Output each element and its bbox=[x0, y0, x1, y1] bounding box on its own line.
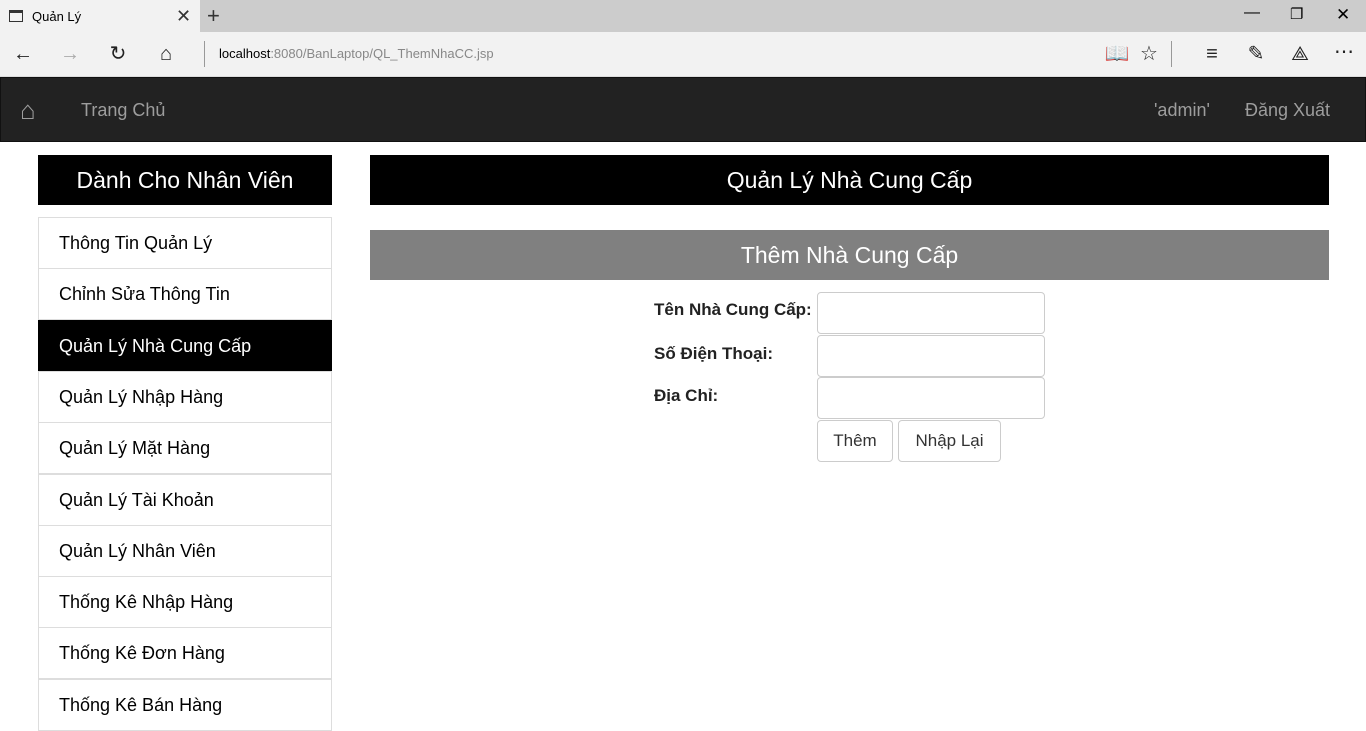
reading-view-icon[interactable]: 📖 bbox=[1102, 39, 1132, 69]
reset-button[interactable]: Nhập Lại bbox=[898, 420, 1001, 462]
minimize-icon[interactable]: — bbox=[1244, 4, 1260, 22]
tab-title: Quản Lý bbox=[32, 8, 82, 24]
nav-user-link[interactable]: 'admin' bbox=[1154, 100, 1210, 121]
nav-logout-link[interactable]: Đăng Xuất bbox=[1245, 100, 1330, 121]
divider bbox=[1171, 41, 1172, 67]
supplier-name-label: Tên Nhà Cung Cấp: bbox=[654, 300, 812, 319]
add-button[interactable]: Thêm bbox=[817, 420, 893, 462]
url-host: localhost bbox=[219, 46, 271, 61]
more-icon[interactable]: ⋯ bbox=[1329, 37, 1359, 67]
address-input[interactable] bbox=[817, 377, 1045, 419]
browser-tab-strip: Quản Lý ✕ + — ❐ ✕ bbox=[0, 0, 1366, 32]
form-title: Thêm Nhà Cung Cấp bbox=[370, 230, 1329, 280]
sidebar-item[interactable]: Quản Lý Nhà Cung Cấp bbox=[38, 319, 332, 372]
url-path: :8080/BanLaptop/QL_ThemNhaCC.jsp bbox=[270, 46, 494, 61]
refresh-icon[interactable]: ↻ bbox=[103, 39, 133, 69]
home-icon[interactable]: ⌂ bbox=[151, 39, 181, 69]
forward-icon[interactable]: → bbox=[55, 39, 85, 69]
divider bbox=[204, 41, 205, 67]
home-icon[interactable]: ⌂ bbox=[20, 95, 36, 126]
phone-input[interactable] bbox=[817, 335, 1045, 377]
address-bar-row: ← → ↻ ⌂ localhost:8080/BanLaptop/QL_Them… bbox=[0, 32, 1366, 77]
sidebar-item[interactable]: Thống Kê Nhập Hàng bbox=[38, 576, 332, 629]
close-tab-icon[interactable]: ✕ bbox=[176, 6, 191, 27]
site-navbar: ⌂ Trang Chủ 'admin' Đăng Xuất bbox=[0, 77, 1366, 142]
phone-label: Số Điện Thoại: bbox=[654, 344, 773, 363]
page-icon bbox=[9, 10, 23, 22]
page-title: Quản Lý Nhà Cung Cấp bbox=[370, 155, 1329, 205]
new-tab-icon[interactable]: + bbox=[207, 3, 220, 29]
url-field[interactable]: localhost:8080/BanLaptop/QL_ThemNhaCC.js… bbox=[219, 46, 494, 61]
share-icon[interactable]: ⟁ bbox=[1285, 39, 1315, 69]
close-window-icon[interactable]: ✕ bbox=[1336, 5, 1350, 25]
favorite-star-icon[interactable]: ☆ bbox=[1134, 39, 1164, 69]
sidebar-item[interactable]: Thống Kê Đơn Hàng bbox=[38, 627, 332, 680]
sidebar-item[interactable]: Quản Lý Tài Khoản bbox=[38, 473, 332, 526]
browser-tab[interactable]: Quản Lý ✕ bbox=[0, 0, 200, 32]
nav-home-link[interactable]: Trang Chủ bbox=[81, 100, 165, 121]
supplier-name-input[interactable] bbox=[817, 292, 1045, 334]
address-label: Địa Chỉ: bbox=[654, 386, 719, 405]
sidebar-item[interactable]: Quản Lý Nhập Hàng bbox=[38, 370, 332, 423]
back-icon[interactable]: ← bbox=[8, 39, 38, 69]
sidebar-title: Dành Cho Nhân Viên bbox=[38, 155, 332, 205]
sidebar-item[interactable]: Chỉnh Sửa Thông Tin bbox=[38, 268, 332, 321]
web-note-icon[interactable]: ✎ bbox=[1241, 39, 1271, 69]
restore-icon[interactable]: ❐ bbox=[1290, 5, 1303, 23]
sidebar-item[interactable]: Quản Lý Nhân Viên bbox=[38, 524, 332, 577]
hub-icon[interactable]: ≡ bbox=[1197, 39, 1227, 69]
sidebar-item[interactable]: Quản Lý Mặt Hàng bbox=[38, 422, 332, 475]
sidebar-item[interactable]: Thông Tin Quản Lý bbox=[38, 217, 332, 269]
sidebar-item[interactable]: Thống Kê Bán Hàng bbox=[38, 678, 332, 731]
